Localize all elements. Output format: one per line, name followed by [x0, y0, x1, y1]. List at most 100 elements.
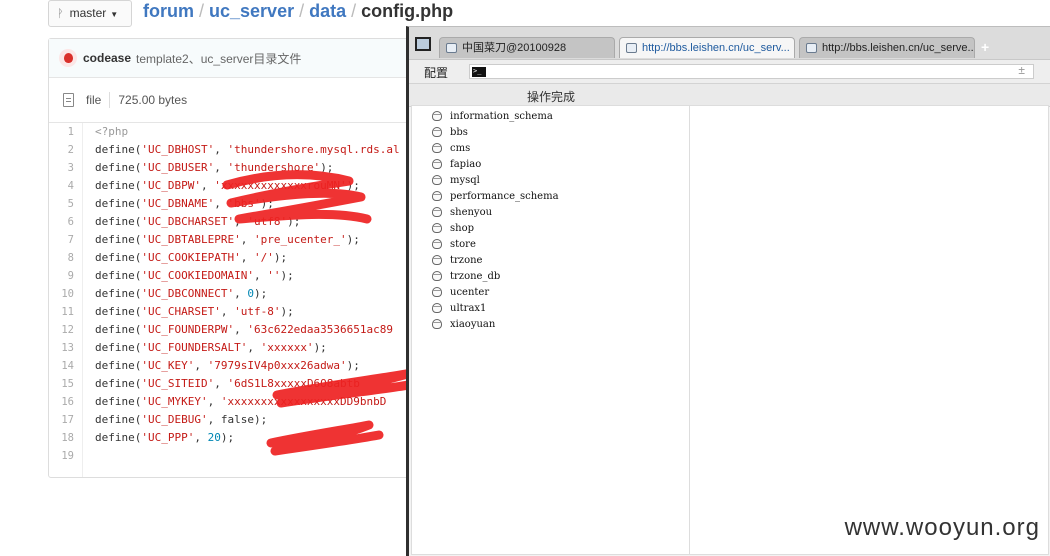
database-name: cms [450, 142, 471, 154]
database-item[interactable]: trzone_db [432, 268, 559, 284]
line-number[interactable]: 2 [49, 141, 82, 159]
database-icon [432, 127, 442, 137]
divider [109, 92, 111, 108]
line-number[interactable]: 18 [49, 429, 82, 447]
database-icon [432, 159, 442, 169]
line-number[interactable]: 4 [49, 177, 82, 195]
line-number[interactable]: 5 [49, 195, 82, 213]
database-name: ucenter [450, 286, 490, 298]
line-number[interactable]: 13 [49, 339, 82, 357]
database-name: trzone_db [450, 270, 501, 282]
database-item[interactable]: mysql [432, 172, 559, 188]
breadcrumb-uc-server[interactable]: uc_server [209, 1, 294, 21]
line-number[interactable]: 3 [49, 159, 82, 177]
database-name: xiaoyuan [450, 318, 496, 330]
database-icon [432, 143, 442, 153]
file-container: codease template2、uc_server目录文件 file 725… [48, 38, 468, 478]
line-number[interactable]: 11 [49, 303, 82, 321]
tab-bar: 中国菜刀@20100928 http://bbs.leishen.cn/uc_s… [409, 27, 1050, 60]
new-tab-button[interactable]: + [981, 37, 989, 57]
database-item[interactable]: shenyou [432, 204, 559, 220]
line-number[interactable]: 1 [49, 123, 82, 141]
database-panel: information_schemabbs cms fapiao mysql perfo… [411, 105, 1049, 555]
config-button[interactable]: 配置 [424, 64, 448, 81]
panel-splitter[interactable] [689, 106, 690, 554]
status-bar: 操作完成 [409, 84, 1050, 107]
database-icon [432, 175, 442, 185]
line-number[interactable]: 9 [49, 267, 82, 285]
tab-uc-server-2[interactable]: http://bbs.leishen.cn/uc_serve... [799, 37, 975, 58]
database-name: bbs [450, 126, 468, 138]
database-icon [432, 255, 442, 265]
bookmark-icon[interactable]: ± [1018, 63, 1025, 77]
database-icon [432, 271, 442, 281]
caidao-window: 中国菜刀@20100928 http://bbs.leishen.cn/uc_s… [406, 26, 1050, 556]
code-view: 1 2 3 4 5 6 7 8 9 10 11 12 13 14 15 16 17 18 19 <?php defin… [49, 123, 467, 477]
window-menu-icon[interactable] [415, 37, 431, 51]
apple-icon [63, 53, 73, 63]
watermark: www.wooyun.org [844, 514, 1040, 541]
database-name: shenyou [450, 206, 493, 218]
breadcrumb-data[interactable]: data [309, 1, 346, 21]
commit-author[interactable]: codease [83, 51, 131, 65]
tab-uc-server-1[interactable]: http://bbs.leishen.cn/uc_serv... [619, 37, 795, 58]
database-icon [432, 111, 442, 121]
database-name: trzone [450, 254, 483, 266]
branch-name: master [69, 6, 107, 20]
database-name: performance_schema [450, 190, 559, 202]
database-item[interactable]: ultrax1 [432, 300, 559, 316]
line-number-gutter: 1 2 3 4 5 6 7 8 9 10 11 12 13 14 15 16 17 18 19 [49, 123, 83, 477]
branch-selector[interactable]: ᚹ master ▼ [48, 0, 132, 27]
line-number[interactable]: 16 [49, 393, 82, 411]
page-icon [446, 43, 457, 53]
line-number[interactable]: 6 [49, 213, 82, 231]
database-item[interactable]: cms [432, 140, 559, 156]
database-icon [432, 319, 442, 329]
line-number[interactable]: 17 [49, 411, 82, 429]
database-item[interactable]: information_schema [432, 108, 559, 124]
line-number[interactable]: 10 [49, 285, 82, 303]
database-name: store [450, 238, 476, 250]
commit-bar: codease template2、uc_server目录文件 [49, 39, 467, 78]
commit-message[interactable]: template2、uc_server目录文件 [136, 50, 301, 67]
database-item[interactable]: performance_schema [432, 188, 559, 204]
breadcrumb: forum / uc_server / data / config.php [143, 1, 454, 21]
line-number[interactable]: 8 [49, 249, 82, 267]
database-item[interactable]: bbs [432, 124, 559, 140]
database-item[interactable]: shop [432, 220, 559, 236]
database-icon [432, 303, 442, 313]
database-name: information_schema [450, 110, 553, 122]
database-item[interactable]: fapiao [432, 156, 559, 172]
database-list: information_schemabbs cms fapiao mysql perfo… [432, 108, 559, 332]
database-icon [432, 287, 442, 297]
database-icon [432, 207, 442, 217]
page-icon [806, 43, 817, 53]
tab-caidao[interactable]: 中国菜刀@20100928 [439, 37, 615, 58]
file-type-label: file [86, 93, 102, 107]
chevron-down-icon: ▼ [110, 10, 119, 19]
file-size: 725.00 bytes [118, 93, 188, 107]
database-icon [432, 191, 442, 201]
database-item[interactable]: store [432, 236, 559, 252]
database-name: ultrax1 [450, 302, 487, 314]
database-item[interactable]: ucenter [432, 284, 559, 300]
line-number[interactable]: 19 [49, 447, 82, 465]
database-icon [432, 223, 442, 233]
avatar[interactable] [59, 49, 77, 67]
breadcrumb-forum[interactable]: forum [143, 1, 194, 21]
line-number[interactable]: 14 [49, 357, 82, 375]
page-icon [626, 43, 637, 53]
database-name: shop [450, 222, 474, 234]
command-input[interactable]: >_ ± [469, 63, 1034, 79]
database-name: fapiao [450, 158, 482, 170]
branch-icon: ᚹ [57, 8, 64, 20]
line-number[interactable]: 12 [49, 321, 82, 339]
line-number[interactable]: 15 [49, 375, 82, 393]
database-icon [432, 239, 442, 249]
database-item[interactable]: xiaoyuan [432, 316, 559, 332]
terminal-icon: >_ [472, 67, 486, 77]
file-info-bar: file 725.00 bytes [49, 78, 467, 123]
database-item[interactable]: trzone [432, 252, 559, 268]
line-number[interactable]: 7 [49, 231, 82, 249]
toolbar: 配置 >_ ± [409, 60, 1050, 84]
